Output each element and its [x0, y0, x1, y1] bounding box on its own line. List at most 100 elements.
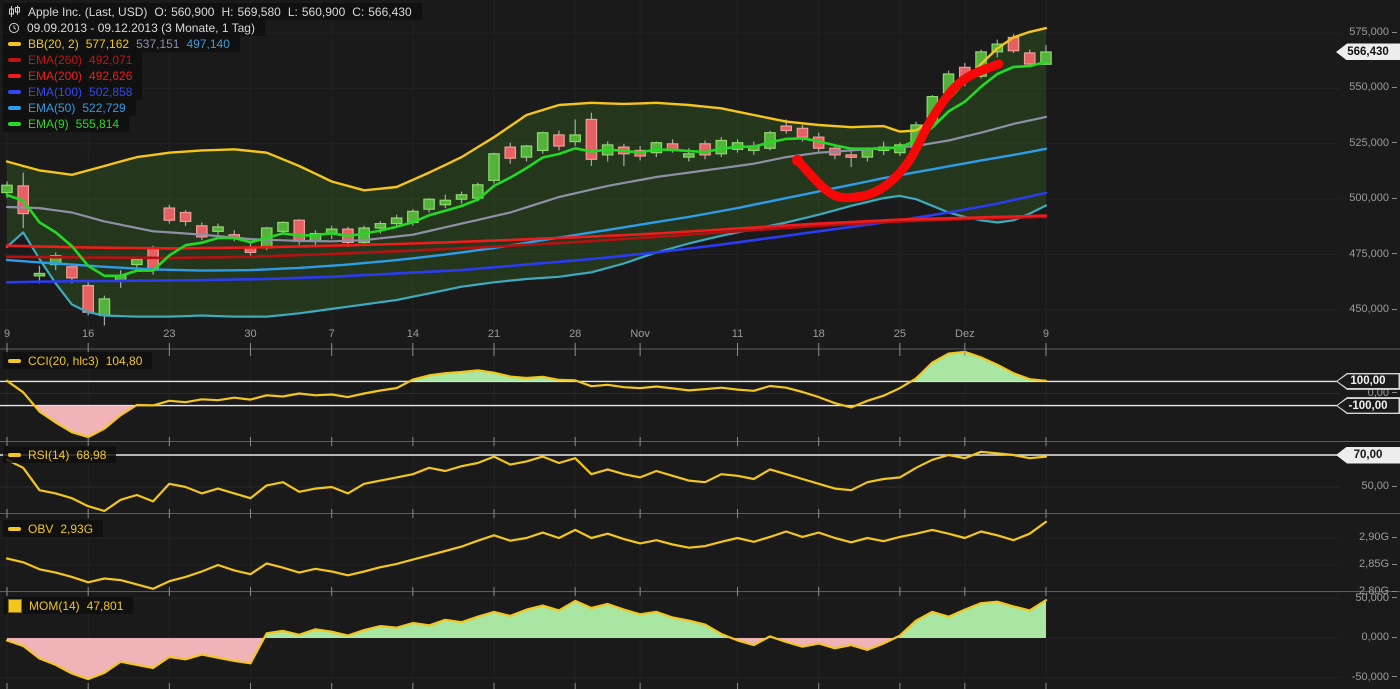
date-range-label: 09.09.2013 - 09.12.2013 (3 Monate, 1 Tag…	[27, 21, 255, 35]
instrument-title: Apple Inc. (Last, USD)	[28, 5, 147, 19]
x-axis-label: 9	[4, 328, 10, 340]
y-axis-label: 525,000	[1349, 137, 1397, 149]
legend-bb[interactable]: BB(20, 2) 577,162 537,151 497,140	[3, 35, 240, 52]
x-axis-label: 25	[894, 328, 906, 340]
y-axis-label: 575,000	[1349, 26, 1397, 38]
instrument-header[interactable]: Apple Inc. (Last, USD) O:560,900 H:569,5…	[3, 3, 422, 20]
rsi-swatch-icon	[8, 453, 21, 457]
axis-tick	[1392, 32, 1397, 33]
y-axis-label: 2,85G	[1359, 558, 1397, 570]
y-axis-label: 2,90G	[1359, 531, 1397, 543]
cci-axis-tag: 100,00	[1336, 373, 1400, 390]
axis-tick	[1392, 597, 1397, 598]
y-axis-label: 450,000	[1349, 303, 1397, 315]
ema50-swatch-icon	[8, 106, 21, 110]
y-axis-label: 0,000	[1361, 631, 1397, 643]
x-axis-label: 7	[329, 328, 335, 340]
obv-pane	[7, 522, 1046, 589]
axis-tick	[1392, 87, 1397, 88]
obv-value: 2,93G	[60, 522, 93, 536]
axis-tick	[1392, 637, 1397, 638]
ema50-label: EMA(50)	[28, 101, 75, 115]
obv-label: OBV	[28, 522, 53, 536]
ema9-swatch-icon	[8, 122, 21, 126]
rsi-label: RSI(14)	[28, 448, 69, 462]
clock-icon	[8, 22, 20, 34]
obv-legend[interactable]: OBV 2,93G	[3, 520, 103, 537]
cci-axis-tag: -100,00	[1336, 397, 1400, 414]
rsi-pane	[0, 452, 1341, 511]
legend-ema50[interactable]: EMA(50) 522,729	[3, 99, 136, 116]
bb-swatch-icon	[8, 42, 21, 46]
x-axis-label: Nov	[630, 328, 650, 340]
ema260-swatch-icon	[8, 58, 21, 62]
bb-lower-value: 497,140	[186, 37, 229, 51]
x-axis-label: Dez	[955, 328, 975, 340]
axis-tick	[1392, 309, 1397, 310]
ema100-swatch-icon	[8, 90, 21, 94]
ema260-label: EMA(260)	[28, 53, 82, 67]
ohlc-open: O:560,900	[154, 5, 214, 19]
x-axis-label: 9	[1043, 328, 1049, 340]
mom-legend[interactable]: MOM(14) 47,801	[3, 597, 133, 614]
x-axis-label: 30	[244, 328, 256, 340]
time-axis[interactable]: 9 16 23 30 7 14 21 28 Nov 11 18 25 Dez 9	[0, 328, 1400, 346]
y-axis-label: 475,000	[1349, 248, 1397, 260]
axis-tick	[1392, 486, 1397, 487]
ema100-label: EMA(100)	[28, 85, 82, 99]
main-pane	[7, 28, 1046, 317]
legend-ema260[interactable]: EMA(260) 492,071	[3, 51, 142, 68]
ema50-value: 522,729	[82, 101, 125, 115]
bb-label: BB(20, 2)	[28, 37, 79, 51]
candlestick-icon	[8, 5, 21, 18]
axis-tick	[1392, 537, 1397, 538]
mom-swatch-icon	[8, 599, 22, 613]
cci-label: CCI(20, hlc3)	[28, 354, 99, 368]
ema100-value: 502,858	[89, 85, 132, 99]
x-axis-label: 11	[732, 328, 743, 340]
x-axis-label: 14	[407, 328, 419, 340]
axis-tick	[1392, 198, 1397, 199]
rsi-axis-tag: 70,00	[1336, 447, 1400, 464]
ohlc-high: H:569,580	[221, 5, 280, 19]
x-axis-label: 21	[488, 328, 500, 340]
legend-ema200[interactable]: EMA(200) 492,626	[3, 67, 142, 84]
x-axis-label: 18	[813, 328, 825, 340]
ema260-value: 492,071	[89, 53, 132, 67]
ema9-label: EMA(9)	[28, 117, 69, 131]
mom-pane	[7, 600, 1046, 679]
axis-tick	[1392, 676, 1397, 677]
obv-swatch-icon	[8, 527, 21, 531]
x-axis-label: 16	[82, 328, 94, 340]
axis-tick	[1392, 253, 1397, 254]
ohlc-low: L:560,900	[288, 5, 345, 19]
x-axis-label: 23	[163, 328, 175, 340]
cci-legend[interactable]: CCI(20, hlc3) 104,80	[3, 352, 152, 369]
y-axis-label: 550,000	[1349, 81, 1397, 93]
cci-pane	[0, 352, 1341, 437]
ema200-value: 492,626	[89, 69, 132, 83]
axis-tick	[1392, 564, 1397, 565]
mom-label: MOM(14)	[29, 599, 80, 613]
y-axis-label: 500,000	[1349, 192, 1397, 204]
trading-chart-app: Apple Inc. (Last, USD) O:560,900 H:569,5…	[0, 0, 1400, 689]
ema200-label: EMA(200)	[28, 69, 82, 83]
rsi-legend[interactable]: RSI(14) 68,98	[3, 446, 116, 463]
axis-tick	[1392, 392, 1397, 393]
y-axis-label: 50,000	[1355, 592, 1397, 604]
mom-value: 47,801	[87, 599, 124, 613]
x-axis-label: 28	[569, 328, 581, 340]
main-axis-tag: 566,430	[1336, 43, 1400, 60]
bb-upper-value: 577,162	[86, 37, 129, 51]
ema200-swatch-icon	[8, 74, 21, 78]
y-axis-label: 50,00	[1361, 480, 1397, 492]
legend-ema100[interactable]: EMA(100) 502,858	[3, 83, 142, 100]
axis-tick	[1392, 142, 1397, 143]
bb-middle-value: 537,151	[136, 37, 179, 51]
ema9-value: 555,814	[76, 117, 119, 131]
cci-swatch-icon	[8, 359, 21, 363]
legend-ema9[interactable]: EMA(9) 555,814	[3, 115, 129, 132]
ohlc-close: C:566,430	[352, 5, 411, 19]
rsi-value: 68,98	[76, 448, 106, 462]
date-range-row[interactable]: 09.09.2013 - 09.12.2013 (3 Monate, 1 Tag…	[3, 19, 265, 36]
